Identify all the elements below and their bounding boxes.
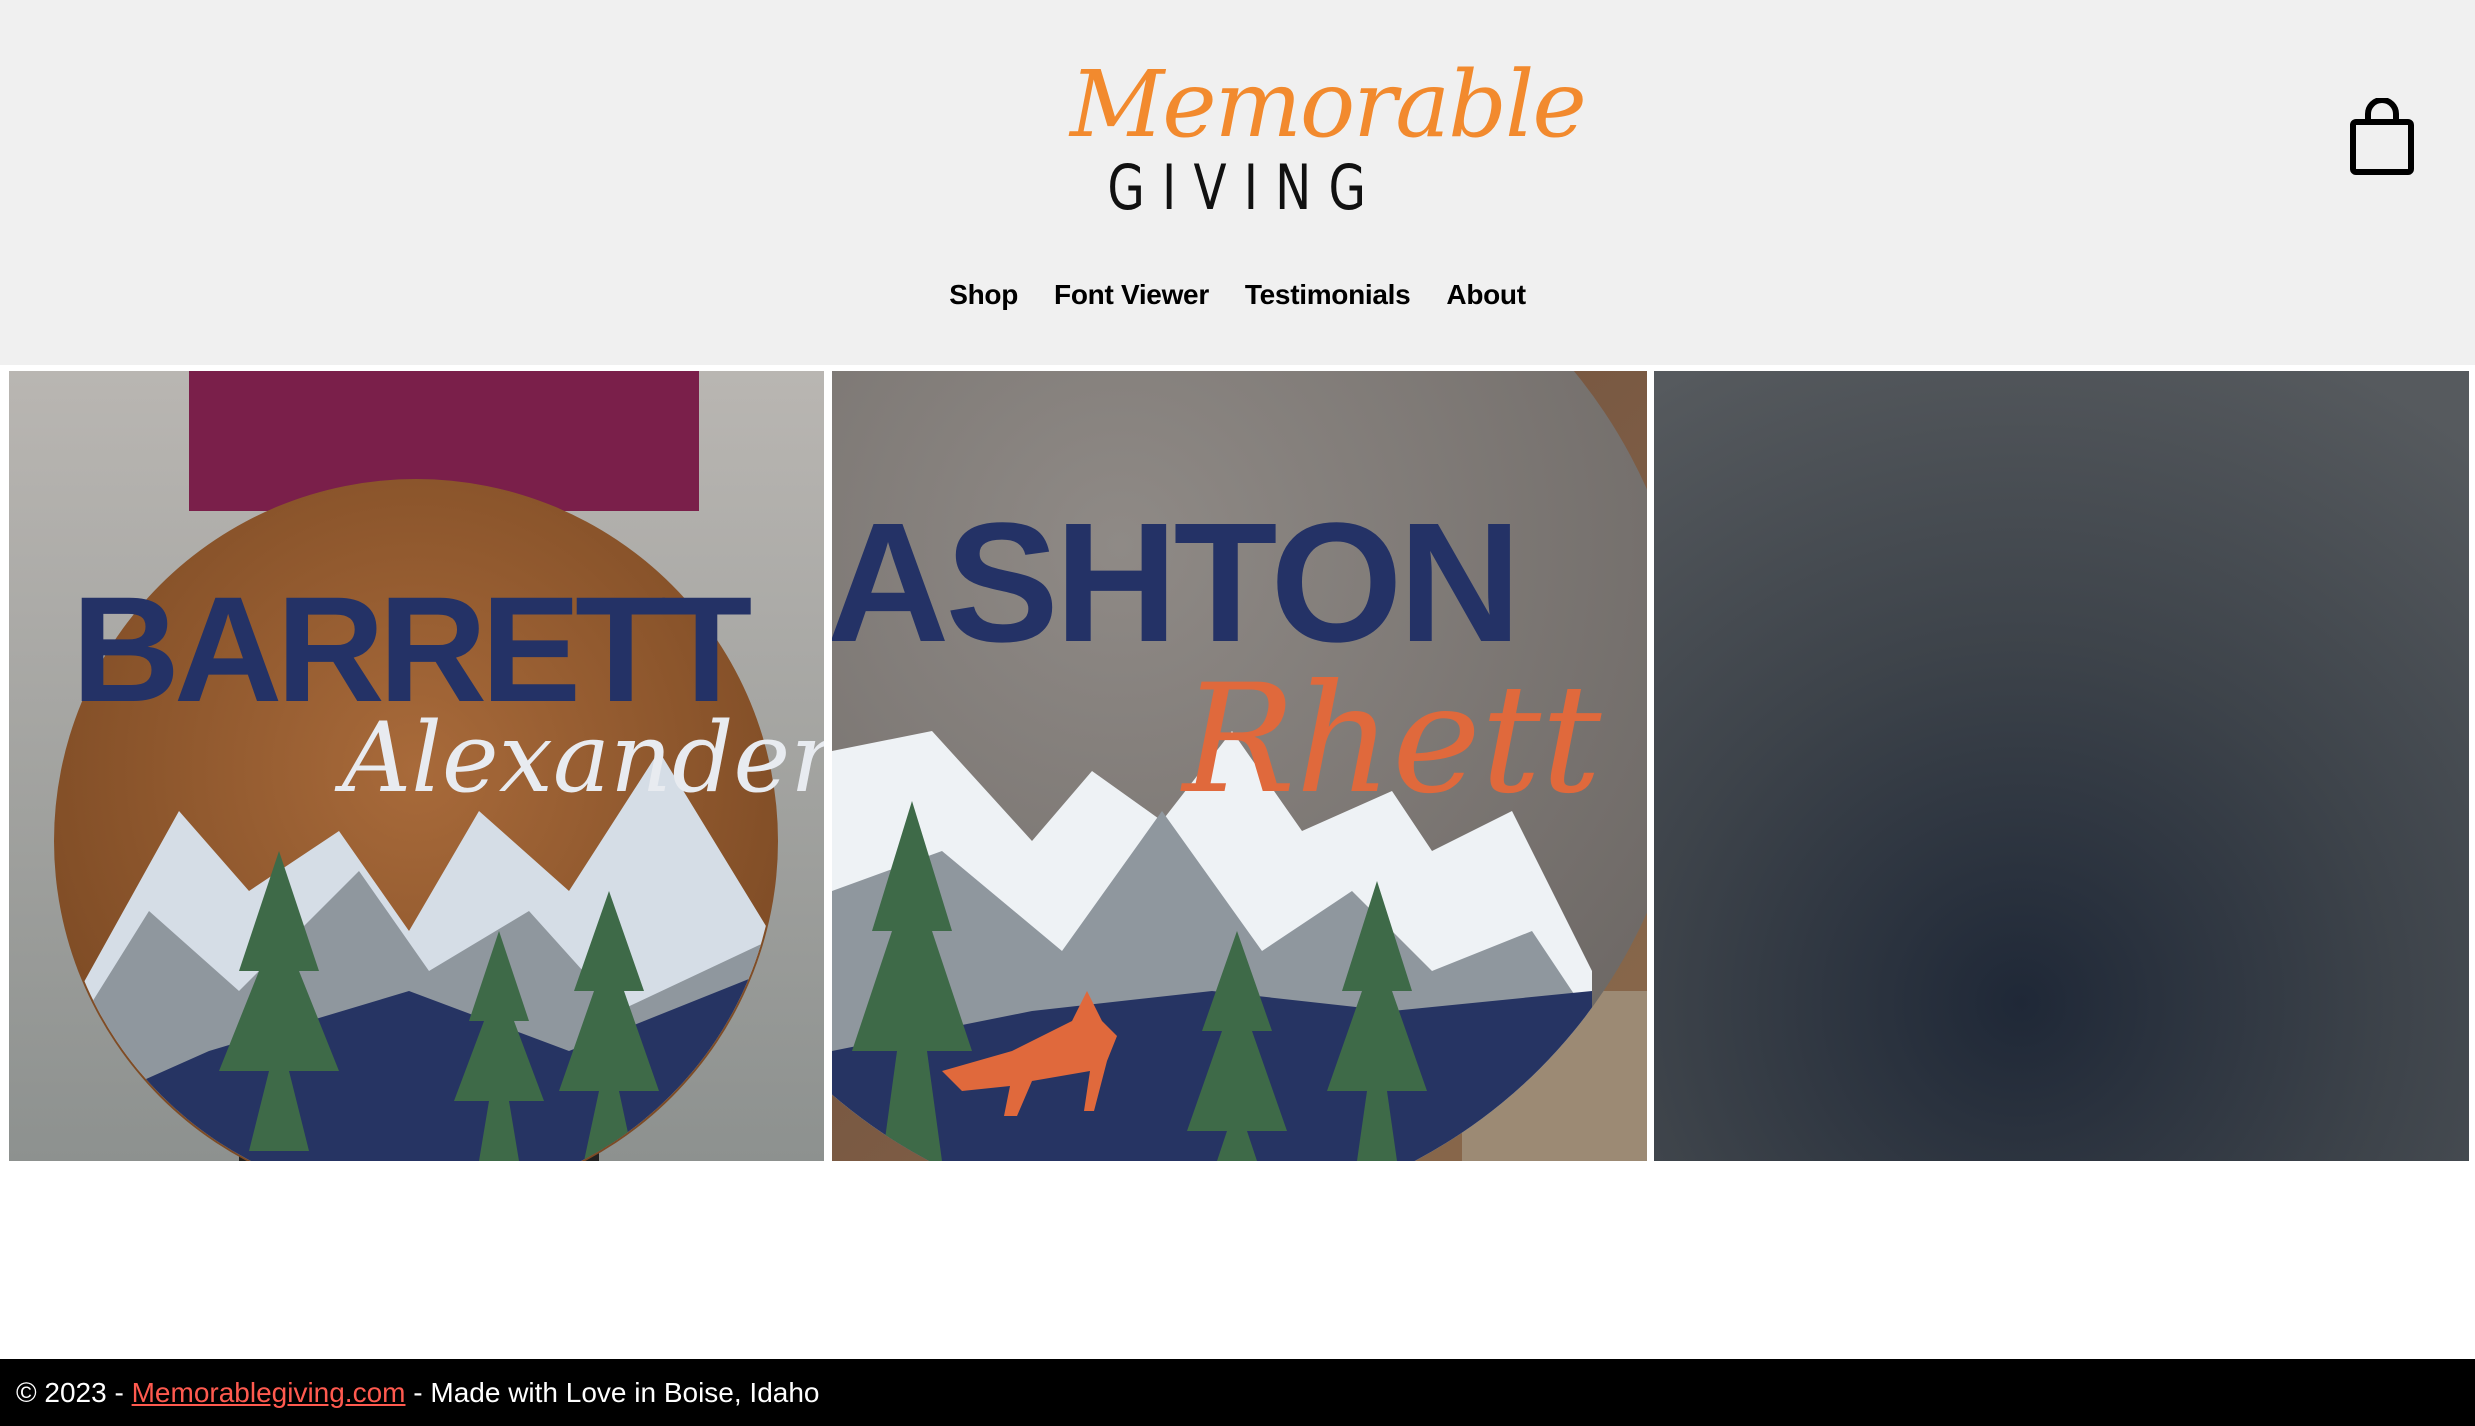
footer-copyright: © 2023 - xyxy=(16,1377,132,1408)
footer-site-link[interactable]: Memorablegiving.com xyxy=(132,1377,406,1408)
site-header: Memorable GIVING Shop Font Viewer Testim… xyxy=(0,0,2475,365)
site-logo[interactable]: Memorable GIVING xyxy=(1070,50,1587,224)
ashton-line1: ASHTON xyxy=(832,488,1517,678)
logo-script-text: Memorable xyxy=(1070,51,1587,158)
main-nav: Shop Font Viewer Testimonials About xyxy=(0,270,2475,320)
footer-tagline: - Made with Love in Boise, Idaho xyxy=(405,1377,820,1408)
nav-shop[interactable]: Shop xyxy=(949,270,1018,320)
barrett-sign-image: BARRETT Alexander xyxy=(9,371,824,1161)
ashton-line2: Rhett xyxy=(1180,653,1603,827)
logo-word-text: GIVING xyxy=(1107,151,1384,224)
barrett-line2: Alexander xyxy=(334,702,824,814)
blurred-image xyxy=(1654,371,2469,1161)
product-image-barrett[interactable]: BARRETT Alexander xyxy=(9,371,824,1161)
site-footer: © 2023 - Memorablegiving.com - Made with… xyxy=(0,1359,2475,1426)
nav-font-viewer[interactable]: Font Viewer xyxy=(1054,270,1209,320)
product-image-ashton[interactable]: ASHTON Rhett xyxy=(832,371,1647,1161)
ashton-sign-image: ASHTON Rhett xyxy=(832,371,1647,1161)
shopping-bag-icon[interactable] xyxy=(2348,97,2416,176)
product-image-placeholder[interactable] xyxy=(1654,371,2469,1161)
nav-testimonials[interactable]: Testimonials xyxy=(1245,270,1411,320)
nav-about[interactable]: About xyxy=(1446,270,1526,320)
